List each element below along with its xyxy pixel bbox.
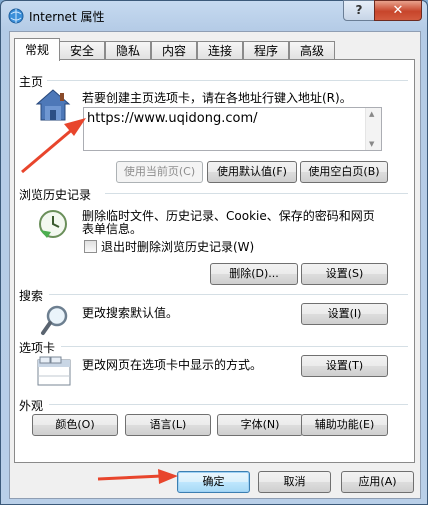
- address-box-scrollbar[interactable]: ▲ ▼: [365, 108, 381, 150]
- ok-button[interactable]: 确定: [177, 471, 250, 493]
- tabs-description: 更改网页在选项卡中显示的方式。: [82, 358, 263, 372]
- browsing-history-divider: [105, 193, 408, 194]
- home-page-address-box[interactable]: https://www.uqidong.com/ ▲ ▼: [83, 107, 382, 151]
- apply-button[interactable]: 应用(A): [341, 471, 414, 493]
- internet-options-window: Internet 属性 ? ✕ 常规 安全 隐私 内容 连接 程序 高级 主页 …: [0, 0, 428, 505]
- colors-button[interactable]: 颜色(O): [32, 414, 118, 436]
- tab-security[interactable]: 安全: [59, 41, 105, 60]
- home-page-url[interactable]: https://www.uqidong.com/: [87, 111, 258, 126]
- cancel-button[interactable]: 取消: [258, 471, 331, 493]
- appearance-divider: [49, 404, 408, 405]
- fonts-button[interactable]: 字体(N): [217, 414, 303, 436]
- dialog-client-area: 常规 安全 隐私 内容 连接 程序 高级 主页 若要创建主页选项卡，请在各地址行…: [9, 31, 421, 499]
- accessibility-button[interactable]: 辅助功能(E): [301, 414, 388, 436]
- history-description-line2: 表单信息。: [82, 222, 143, 236]
- tabs-section-label: 选项卡: [19, 341, 56, 355]
- search-divider: [49, 294, 408, 295]
- appearance-section-label: 外观: [19, 399, 44, 413]
- tab-general[interactable]: 常规: [14, 38, 60, 61]
- use-current-button[interactable]: 使用当前页(C): [116, 161, 203, 183]
- search-settings-button[interactable]: 设置(I): [301, 303, 388, 325]
- search-magnifier-icon: [41, 305, 68, 335]
- internet-options-icon: [8, 8, 24, 24]
- scroll-down-icon[interactable]: ▼: [369, 140, 374, 148]
- help-button[interactable]: ?: [343, 0, 375, 21]
- browsing-history-section-label: 浏览历史记录: [19, 188, 92, 202]
- scroll-up-icon[interactable]: ▲: [369, 110, 374, 118]
- window-title: Internet 属性: [29, 10, 105, 24]
- tab-content[interactable]: 内容: [151, 41, 197, 60]
- delete-on-exit-label[interactable]: 退出时删除浏览历史记录(W): [101, 240, 254, 254]
- tab-connections[interactable]: 连接: [197, 41, 243, 60]
- general-tab-panel: 主页 若要创建主页选项卡，请在各地址行键入地址(R)。 https://www.…: [14, 59, 415, 463]
- use-blank-button[interactable]: 使用空白页(B): [300, 161, 388, 183]
- use-default-button[interactable]: 使用默认值(F): [207, 161, 297, 183]
- tabs-settings-button[interactable]: 设置(T): [301, 355, 388, 377]
- tab-privacy[interactable]: 隐私: [105, 41, 151, 60]
- tab-advanced[interactable]: 高级: [289, 41, 335, 60]
- delete-on-exit-checkbox[interactable]: [84, 240, 97, 253]
- history-clock-icon: [39, 210, 67, 238]
- close-button[interactable]: ✕: [374, 0, 422, 21]
- tab-programs[interactable]: 程序: [243, 41, 289, 60]
- languages-button[interactable]: 语言(L): [125, 414, 211, 436]
- history-description-line1: 删除临时文件、历史记录、Cookie、保存的密码和网页: [82, 209, 375, 223]
- tabs-window-icon: [37, 356, 71, 386]
- home-page-description: 若要创建主页选项卡，请在各地址行键入地址(R)。: [82, 91, 352, 105]
- history-settings-button[interactable]: 设置(S): [301, 263, 388, 285]
- tabs-divider: [61, 346, 408, 347]
- home-icon: [35, 89, 71, 121]
- search-description: 更改搜索默认值。: [82, 306, 179, 320]
- delete-history-button[interactable]: 删除(D)...: [210, 263, 298, 285]
- title-bar[interactable]: Internet 属性 ? ✕: [1, 0, 427, 31]
- home-page-divider: [47, 80, 408, 81]
- search-section-label: 搜索: [19, 289, 44, 303]
